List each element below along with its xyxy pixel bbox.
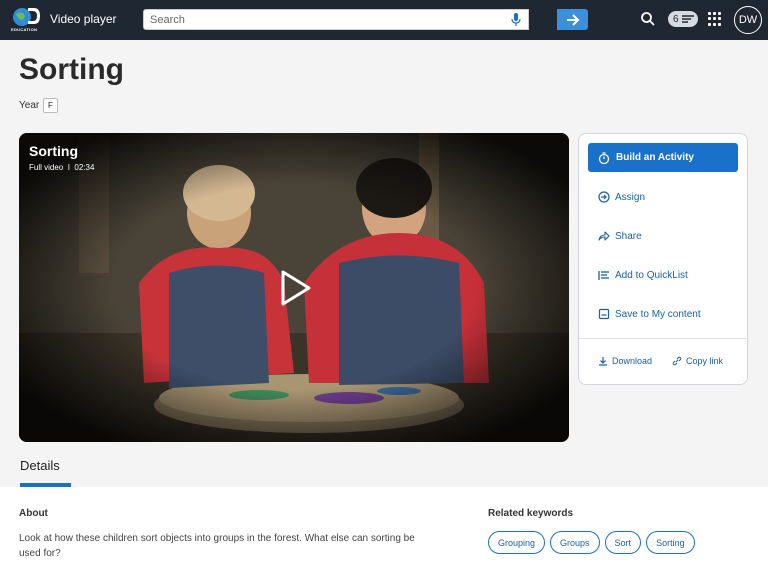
year-chip: F <box>43 98 58 113</box>
keyword-chip[interactable]: Sorting <box>646 531 695 554</box>
share-icon <box>598 231 610 241</box>
apps-grid-icon[interactable] <box>708 12 722 26</box>
keyword-chip[interactable]: Grouping <box>488 531 546 554</box>
link-icon <box>672 356 682 366</box>
tab-details[interactable]: Details <box>20 458 71 473</box>
download-icon <box>599 357 607 366</box>
keyword-chip[interactable]: Groups <box>550 531 600 554</box>
download-button[interactable]: Download <box>598 356 652 366</box>
share-label: Share <box>615 230 642 242</box>
search-submit-button[interactable] <box>557 9 588 30</box>
build-activity-label: Build an Activity <box>616 152 694 163</box>
search-icon[interactable] <box>640 11 656 27</box>
about-text: Look at how these children sort objects … <box>19 533 415 559</box>
copy-link-button[interactable]: Copy link <box>672 356 723 366</box>
app-title: Video player <box>50 12 117 26</box>
add-to-quicklist-button[interactable]: Add to QuickList <box>598 267 688 283</box>
video-title: Sorting <box>29 143 78 159</box>
video-meta-separator: I <box>67 163 70 172</box>
share-button[interactable]: Share <box>598 228 642 244</box>
quicklist-badge[interactable]: 6 <box>668 11 698 27</box>
video-meta: Full video I 02:34 <box>29 163 94 172</box>
video-player[interactable]: Sorting Full video I 02:34 <box>19 133 569 442</box>
save-to-my-content-button[interactable]: Save to My content <box>598 306 701 322</box>
assign-icon <box>598 191 610 203</box>
video-duration: 02:34 <box>74 163 95 172</box>
related-keywords-heading: Related keywords <box>488 508 574 519</box>
save-to-my-content-label: Save to My content <box>615 308 701 320</box>
build-activity-button[interactable]: Build an Activity <box>588 143 738 172</box>
page-title: Sorting <box>19 53 124 86</box>
keyword-chip[interactable]: Sort <box>604 531 642 554</box>
search-box <box>143 9 529 30</box>
quicklist-count: 6 <box>673 13 679 25</box>
save-icon <box>598 308 610 320</box>
add-to-quicklist-label: Add to QuickList <box>615 269 688 281</box>
copy-link-label: Copy link <box>686 356 724 366</box>
action-panel: Build an Activity Assign Share Add to Qu… <box>578 133 748 385</box>
top-bar: EDUCATION Video player 6 DW <box>0 0 768 40</box>
about-heading: About <box>19 508 48 519</box>
arrow-right-icon <box>566 13 579 26</box>
user-avatar[interactable]: DW <box>734 6 762 34</box>
panel-divider <box>579 338 747 339</box>
quicklist-icon <box>598 271 609 280</box>
list-icon <box>681 15 694 23</box>
microphone-icon[interactable] <box>510 13 522 27</box>
stopwatch-icon <box>598 151 610 164</box>
assign-button[interactable]: Assign <box>598 189 645 205</box>
year-label: Year <box>19 100 40 111</box>
video-type: Full video <box>29 163 64 172</box>
download-label: Download <box>612 356 653 366</box>
keyword-list: Grouping Groups Sort Sorting <box>488 531 695 554</box>
search-input[interactable] <box>144 10 504 30</box>
logo-text: EDUCATION <box>11 27 38 32</box>
play-icon[interactable] <box>275 269 313 307</box>
assign-label: Assign <box>615 191 646 203</box>
